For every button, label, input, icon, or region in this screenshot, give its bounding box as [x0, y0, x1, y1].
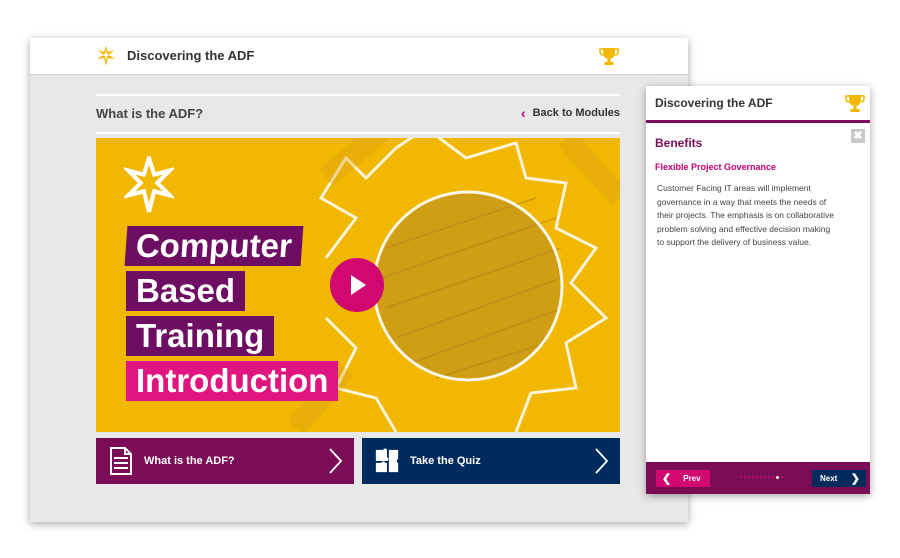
main-window: Discovering the ADF What is the ADF? ‹ B…: [30, 38, 688, 522]
panel-body-text: Customer Facing IT areas will implement …: [657, 183, 835, 248]
chevron-left-icon: ‹: [520, 105, 526, 121]
chevron-right-icon: [329, 448, 342, 474]
panel-heading: Benefits: [655, 136, 703, 150]
chevron-right-icon: ❯: [850, 473, 860, 485]
trophy-icon[interactable]: [844, 92, 866, 114]
hero-title-line-2: Based: [126, 271, 246, 311]
panel-title: Discovering the ADF: [655, 96, 773, 110]
prev-button[interactable]: ❮ Prev: [656, 470, 710, 487]
what-is-adf-button[interactable]: What is the ADF?: [96, 438, 354, 484]
back-to-modules-link[interactable]: ‹ Back to Modules: [520, 105, 620, 121]
trophy-icon[interactable]: [598, 45, 620, 67]
chevron-left-icon: ❮: [662, 473, 672, 485]
pagination-dot[interactable]: [772, 476, 774, 478]
close-icon[interactable]: ✖: [851, 129, 865, 143]
next-label: Next: [820, 474, 838, 483]
pagination-dot[interactable]: [744, 476, 746, 478]
hero-logo-icon: [124, 156, 174, 213]
hero-title-line-3: Training: [126, 316, 275, 356]
company-logo-icon: [97, 46, 115, 66]
hero-title-line-1: Computer: [124, 226, 304, 266]
benefits-panel: Discovering the ADF ✖ Benefits Flexible …: [646, 86, 870, 494]
play-button[interactable]: [330, 258, 384, 312]
panel-header: Discovering the ADF: [646, 86, 870, 123]
pagination-dot[interactable]: [781, 476, 783, 478]
pagination-dot[interactable]: [756, 476, 758, 478]
pagination-dot[interactable]: [764, 476, 766, 478]
pagination-dot[interactable]: [748, 476, 750, 478]
panel-subheading: Flexible Project Governance: [655, 162, 777, 172]
what-is-adf-label: What is the ADF?: [144, 455, 235, 467]
section-bar: What is the ADF? ‹ Back to Modules: [96, 94, 620, 134]
hero-title-line-4: Introduction: [126, 361, 339, 401]
chevron-right-icon: [595, 448, 608, 474]
pagination-dot[interactable]: [760, 476, 762, 478]
back-link-label: Back to Modules: [532, 107, 620, 119]
next-button[interactable]: Next ❯: [812, 470, 866, 487]
pagination-dot[interactable]: [752, 476, 754, 478]
panel-footer: ❮ Prev Next ❯: [646, 462, 870, 494]
main-header: Discovering the ADF: [30, 38, 688, 75]
pagination-dots: [740, 475, 783, 479]
app-title: Discovering the ADF: [127, 48, 255, 63]
pagination-dot[interactable]: [776, 475, 779, 479]
take-quiz-label: Take the Quiz: [410, 455, 481, 467]
take-quiz-button[interactable]: Take the Quiz: [362, 438, 620, 484]
prev-label: Prev: [683, 474, 701, 483]
video-hero[interactable]: Computer Based Training Introduction: [96, 138, 620, 432]
puzzle-icon: [374, 447, 400, 475]
document-icon: [108, 447, 134, 475]
page-title: What is the ADF?: [96, 106, 204, 121]
pagination-dot[interactable]: [740, 476, 742, 478]
pagination-dot[interactable]: [768, 476, 770, 478]
